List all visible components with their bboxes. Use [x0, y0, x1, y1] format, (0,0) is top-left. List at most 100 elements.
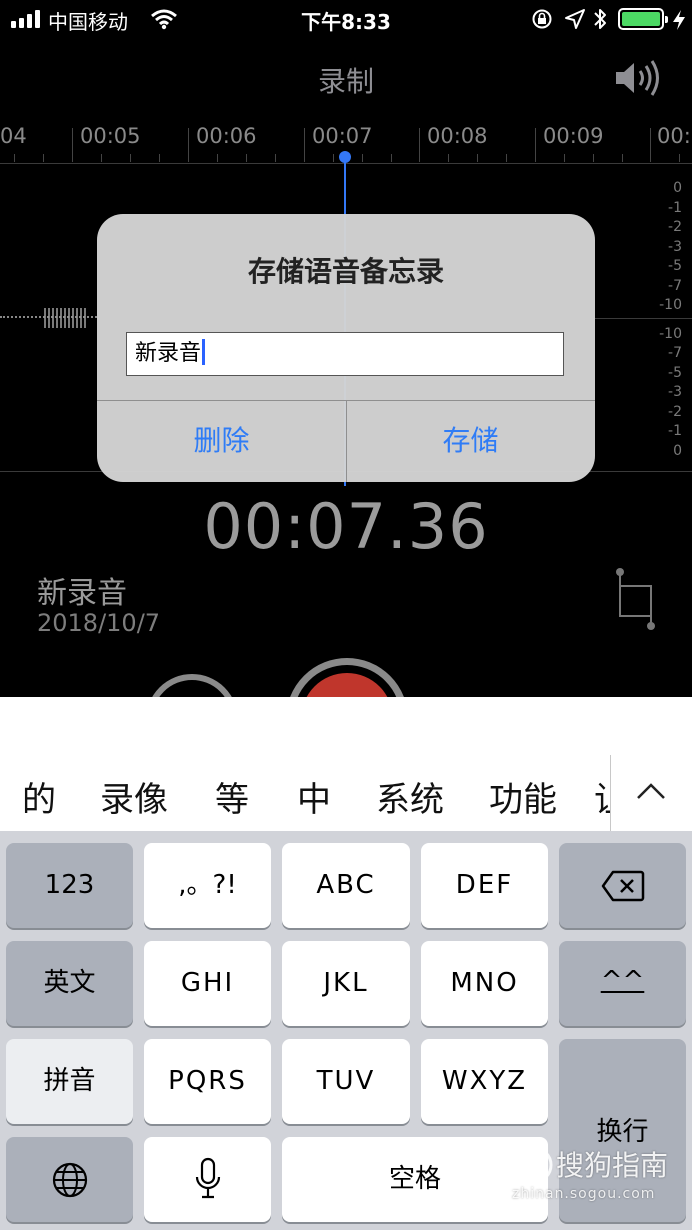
recording-name[interactable]: 新录音	[37, 568, 127, 612]
key-english[interactable]: 英文	[6, 941, 133, 1026]
timeline-tick-label: 00:	[657, 124, 691, 148]
key-label: 123	[44, 870, 95, 900]
candidate-word-clipped[interactable]: 让	[594, 772, 610, 814]
db-label: -7	[668, 278, 682, 294]
watermark-text: 搜狗指南	[556, 1149, 669, 1182]
watermark-url: zhinan.sogou.com	[512, 1186, 656, 1202]
microphone-icon	[195, 1157, 221, 1199]
battery-icon	[618, 8, 668, 30]
timeline-minor-tick	[593, 154, 594, 162]
watermark: S 搜狗指南 zhinan.sogou.com	[510, 1140, 690, 1210]
key-label: JKL	[323, 968, 369, 998]
key-label: DEF	[455, 870, 514, 900]
timeline-minor-tick	[506, 154, 507, 162]
db-label: -1	[668, 200, 682, 216]
key-label: ,。?!	[178, 870, 237, 900]
key-globe[interactable]	[6, 1137, 133, 1222]
charging-bolt-icon	[673, 10, 685, 30]
db-label: -1	[668, 423, 682, 439]
timeline-minor-tick	[391, 154, 392, 162]
db-label: -3	[668, 239, 682, 255]
candidate-word[interactable]: 系统	[376, 772, 444, 821]
timeline-minor-tick	[246, 154, 247, 162]
key-label: ABC	[316, 870, 376, 900]
key-label: PQRS	[168, 1066, 247, 1096]
collapse-candidates-button[interactable]	[611, 755, 692, 831]
location-icon	[565, 9, 585, 29]
key-pinyin[interactable]: 拼音	[6, 1039, 133, 1124]
timeline-minor-tick	[448, 154, 449, 162]
timeline-minor-tick	[43, 154, 44, 162]
timeline-minor-tick	[622, 154, 623, 162]
key-jkl[interactable]: JKL	[282, 941, 410, 1026]
trim-icon[interactable]	[612, 566, 658, 632]
key-pqrs[interactable]: PQRS	[144, 1039, 271, 1124]
candidate-word-text: 让	[594, 772, 610, 814]
timeline-minor-tick	[679, 154, 680, 162]
save-button[interactable]: 存储	[346, 400, 595, 482]
timeline-minor-tick	[101, 154, 102, 162]
globe-icon	[52, 1162, 88, 1198]
key-123[interactable]: 123	[6, 843, 133, 928]
key-label: 拼音	[43, 1066, 96, 1096]
chevron-up-icon	[637, 783, 665, 799]
key-space[interactable]: 空格	[282, 1137, 548, 1222]
waveform-top-line	[0, 163, 692, 164]
timeline-tick	[419, 128, 420, 162]
timeline-minor-tick	[333, 154, 334, 162]
memo-name-field[interactable]: 新录音	[126, 332, 564, 376]
timeline-tick-label: 00:08	[427, 124, 488, 148]
speaker-icon[interactable]	[612, 56, 664, 100]
status-bar: 中国移动 下午8:33	[0, 0, 692, 40]
db-label: -2	[668, 404, 682, 420]
key-emoji[interactable]: ^^	[559, 941, 686, 1026]
timeline-tick	[304, 128, 305, 162]
candidate-word[interactable]: 的	[22, 772, 56, 821]
key-delete[interactable]	[559, 843, 686, 928]
timeline-minor-tick	[130, 154, 131, 162]
timeline-tick	[188, 128, 189, 162]
key-def[interactable]: DEF	[421, 843, 548, 928]
key-ghi[interactable]: GHI	[144, 941, 271, 1026]
db-label: -3	[668, 384, 682, 400]
db-label: -5	[668, 365, 682, 381]
candidate-word[interactable]: 功能	[489, 772, 557, 821]
key-label: MNO	[450, 968, 519, 998]
key-mno[interactable]: MNO	[421, 941, 548, 1026]
key-tuv[interactable]: TUV	[282, 1039, 410, 1124]
key-abc[interactable]: ABC	[282, 843, 410, 928]
db-label: -5	[668, 258, 682, 274]
page-title: 录制	[317, 65, 374, 98]
timeline-tick-label: 04	[0, 124, 27, 148]
elapsed-time: 00:07.36	[203, 490, 489, 563]
key-label: 空格	[388, 1164, 441, 1194]
recording-date: 2018/10/7	[37, 609, 161, 637]
timeline-minor-tick	[14, 154, 15, 162]
key-punctuation[interactable]: ,。?!	[144, 843, 271, 928]
candidate-word[interactable]: 录像	[100, 772, 168, 821]
timeline-minor-tick	[217, 154, 218, 162]
svg-text:S: S	[526, 1154, 542, 1179]
candidate-word[interactable]: 等	[215, 772, 249, 821]
backspace-icon	[601, 870, 645, 902]
timeline-tick-label: 00:05	[80, 124, 141, 148]
timeline-tick	[650, 128, 651, 162]
timeline-tick	[535, 128, 536, 162]
timeline-minor-tick	[564, 154, 565, 162]
db-label: 0	[673, 180, 682, 196]
db-label: -2	[668, 219, 682, 235]
db-label: -10	[659, 297, 682, 313]
candidate-word[interactable]: 中	[297, 772, 331, 821]
timeline-tick-label: 00:09	[543, 124, 604, 148]
waveform-peak	[44, 308, 88, 328]
keyboard-input-strip	[0, 697, 692, 756]
key-microphone[interactable]	[144, 1137, 271, 1222]
dialog-title: 存储语音备忘录	[247, 255, 444, 288]
key-label: ^^	[600, 966, 645, 996]
orientation-lock-icon	[532, 9, 552, 29]
timeline-minor-tick	[362, 154, 363, 162]
key-wxyz[interactable]: WXYZ	[421, 1039, 548, 1124]
timeline-tick-label: 00:06	[196, 124, 257, 148]
db-label: -10	[659, 326, 682, 342]
delete-button[interactable]: 删除	[97, 400, 346, 482]
